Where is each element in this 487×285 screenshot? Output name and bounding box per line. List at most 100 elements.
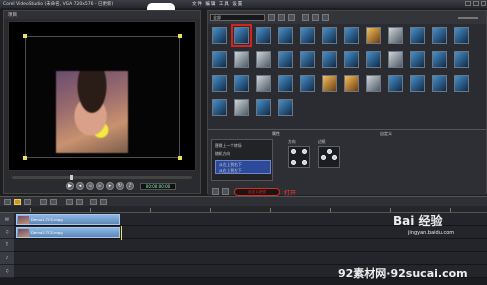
dropdown-arrow-icon[interactable]: [222, 188, 229, 195]
next-frame-button[interactable]: ▹: [96, 182, 104, 190]
direction-dot-icon[interactable]: [327, 149, 332, 154]
transition-thumb[interactable]: [388, 75, 403, 92]
title-track[interactable]: [14, 239, 487, 252]
direction-dot-icon[interactable]: [291, 149, 296, 154]
video-clip[interactable]: Demo1-TCS.mpg: [16, 214, 120, 225]
video-clip[interactable]: Demo2-TCS.mpg: [16, 227, 120, 238]
transition-thumb[interactable]: [344, 51, 359, 68]
timeline-view-icon[interactable]: [14, 199, 21, 205]
transition-thumb[interactable]: [300, 27, 315, 44]
library-category-select[interactable]: 全部: [210, 14, 265, 21]
voice-track-header[interactable]: ♪: [0, 252, 14, 265]
transition-thumb[interactable]: [344, 75, 359, 92]
title-track-header[interactable]: T: [0, 239, 14, 252]
transition-thumb[interactable]: [300, 51, 315, 68]
transition-thumb[interactable]: [410, 27, 425, 44]
transition-thumb[interactable]: [256, 99, 271, 116]
custom-filter-button[interactable]: 自定义滤镜: [234, 188, 280, 196]
direction-dot-icon[interactable]: [302, 149, 307, 154]
transition-thumb[interactable]: [234, 51, 249, 68]
zoom-slider[interactable]: [458, 17, 478, 19]
sort-icon[interactable]: [278, 14, 285, 21]
transition-thumb[interactable]: [300, 75, 315, 92]
zoom-out-icon[interactable]: [90, 199, 97, 205]
music-track-header[interactable]: ♫: [0, 265, 14, 278]
resize-handle[interactable]: [178, 156, 182, 160]
zoom-in-icon[interactable]: [100, 199, 107, 205]
direction-dot-icon[interactable]: [332, 155, 337, 160]
audio-view-icon[interactable]: [24, 199, 31, 205]
repeat-button[interactable]: ↻: [116, 182, 124, 190]
border-selector[interactable]: [318, 146, 340, 168]
transition-thumb[interactable]: [212, 51, 227, 68]
timecode-display[interactable]: 00:00:00:00: [140, 183, 176, 190]
direction-list[interactable]: 从左上到右下 从右上到左下: [215, 160, 271, 174]
resize-handle[interactable]: [23, 156, 27, 160]
home-button[interactable]: ◂: [76, 182, 84, 190]
transition-thumb[interactable]: [432, 75, 447, 92]
voice-track[interactable]: [14, 252, 487, 265]
direction-selector[interactable]: [288, 146, 310, 168]
transition-thumb[interactable]: [388, 51, 403, 68]
storyboard-icon[interactable]: [4, 199, 11, 205]
maximize-button[interactable]: [473, 1, 479, 6]
video-filter-icon[interactable]: [302, 14, 309, 21]
view-icon[interactable]: [288, 14, 295, 21]
transition-thumb[interactable]: [454, 75, 469, 92]
volume-button[interactable]: ♪: [126, 182, 134, 190]
record-icon[interactable]: [66, 199, 73, 205]
image-filter-icon[interactable]: [312, 14, 319, 21]
transition-thumb[interactable]: [454, 51, 469, 68]
direction-dot-icon[interactable]: [302, 160, 307, 165]
tab-option[interactable]: 自定义: [380, 131, 392, 137]
video-canvas[interactable]: [25, 36, 180, 158]
transition-thumb[interactable]: [278, 51, 293, 68]
close-button[interactable]: [481, 1, 486, 6]
redo-icon[interactable]: [50, 199, 57, 205]
direction-list-item[interactable]: 从右上到左下: [219, 168, 242, 174]
transition-thumb[interactable]: [388, 27, 403, 44]
scrub-bar[interactable]: [12, 175, 192, 180]
transition-thumb[interactable]: [256, 27, 271, 44]
transition-thumb[interactable]: [278, 27, 293, 44]
transition-thumb[interactable]: [256, 51, 271, 68]
color-swatch-icon[interactable]: [212, 188, 219, 195]
overlay-track-header[interactable]: ♫: [0, 226, 14, 239]
resize-handle[interactable]: [23, 34, 27, 38]
transition-thumb[interactable]: [432, 51, 447, 68]
transition-thumb[interactable]: [278, 75, 293, 92]
undo-icon[interactable]: [40, 199, 47, 205]
playhead[interactable]: [121, 226, 122, 240]
transition-thumb[interactable]: [432, 27, 447, 44]
project-label[interactable]: 项目: [8, 12, 17, 18]
transition-thumb[interactable]: [212, 99, 227, 116]
transition-thumb[interactable]: [366, 27, 381, 44]
transition-thumb[interactable]: [256, 75, 271, 92]
transition-thumb[interactable]: [366, 75, 381, 92]
transition-thumb[interactable]: [322, 75, 337, 92]
prev-frame-button[interactable]: ◃: [86, 182, 94, 190]
audio-filter-icon[interactable]: [322, 14, 329, 21]
transition-thumb[interactable]: [234, 75, 249, 92]
minimize-button[interactable]: [465, 1, 471, 6]
direction-dot-icon[interactable]: [291, 160, 296, 165]
random-direction-option[interactable]: 随机方向: [215, 151, 230, 157]
play-button[interactable]: ▶: [66, 182, 74, 190]
mixer-icon[interactable]: [76, 199, 83, 205]
import-icon[interactable]: [268, 14, 275, 21]
scrub-handle[interactable]: [70, 175, 73, 180]
transition-thumb[interactable]: [212, 27, 227, 44]
resize-handle[interactable]: [178, 34, 182, 38]
transition-thumb[interactable]: [322, 51, 337, 68]
transition-thumb[interactable]: [410, 75, 425, 92]
transition-thumb[interactable]: [322, 27, 337, 44]
transition-thumb[interactable]: [234, 99, 249, 116]
replace-transition-checkbox[interactable]: 替换上一个转场: [215, 143, 242, 149]
transition-thumb-selected[interactable]: [231, 24, 252, 47]
transition-thumb[interactable]: [454, 27, 469, 44]
transition-thumb[interactable]: [366, 51, 381, 68]
direction-dot-icon[interactable]: [321, 155, 326, 160]
menu-bar[interactable]: 文件 编辑 工具 设置: [192, 1, 243, 7]
transition-thumb[interactable]: [410, 51, 425, 68]
transition-thumb[interactable]: [344, 27, 359, 44]
